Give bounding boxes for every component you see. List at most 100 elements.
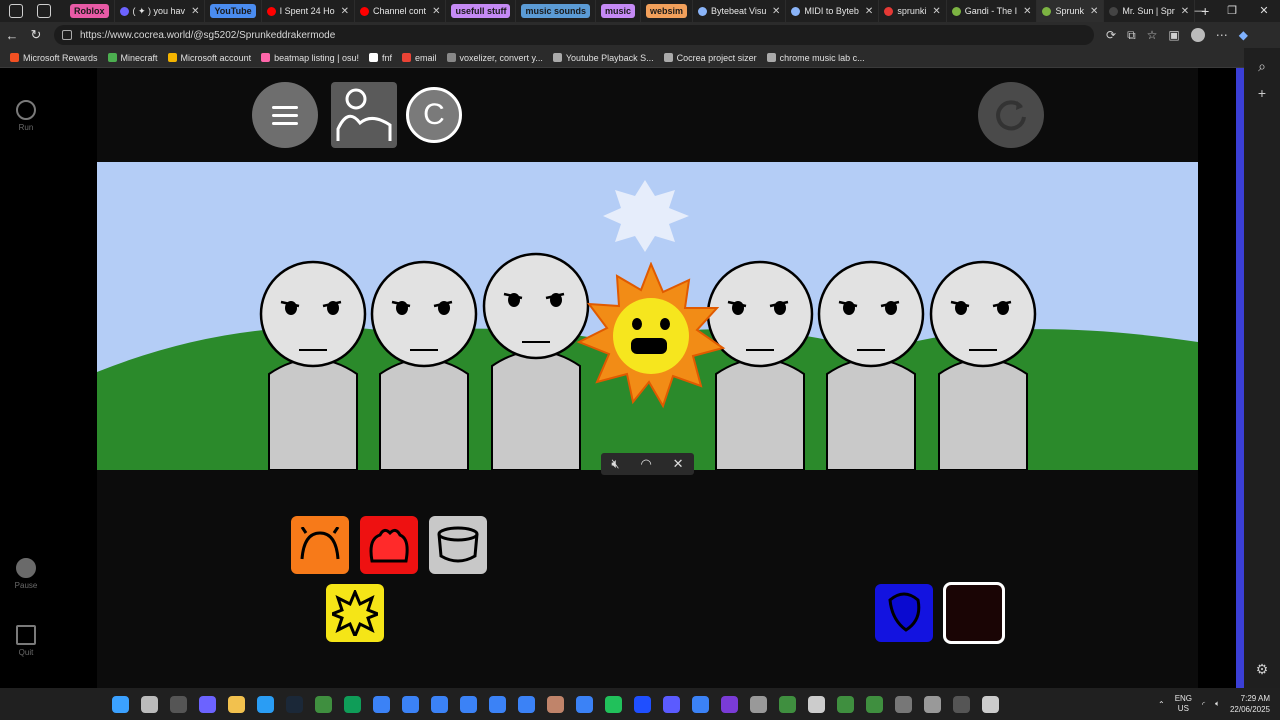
blue-sound-icon[interactable] [875, 584, 933, 642]
taskbar-app-icon[interactable] [228, 695, 245, 713]
reload-extension-icon[interactable]: ⟳ [1106, 28, 1116, 42]
tab-close-icon[interactable]: ✕ [341, 6, 349, 17]
bookmark-item[interactable]: fnf [368, 53, 392, 63]
dark-sound-icon[interactable] [943, 582, 1005, 644]
workspaces-icon[interactable] [9, 4, 23, 18]
mute-icon[interactable]: 🔇︎ [611, 456, 619, 472]
close-icon[interactable]: ✕ [673, 456, 684, 472]
bookmark-item[interactable]: Minecraft [107, 53, 158, 63]
pause-button[interactable]: Pause [0, 558, 52, 590]
grey-character-5[interactable] [817, 260, 925, 470]
yellow-sun-sound-icon[interactable] [326, 584, 384, 642]
search-icon[interactable]: ⌕ [1244, 58, 1280, 75]
taskbar-app-icon[interactable] [344, 695, 361, 713]
tab-1[interactable]: ( ✦ ) you hav ✕ [115, 0, 206, 22]
back-icon[interactable]: ← [0, 28, 24, 43]
red-sound-icon[interactable] [360, 516, 418, 574]
tab-13[interactable]: Sprunk ✕ [1037, 0, 1105, 22]
headphones-icon[interactable]: ◠ [640, 456, 651, 472]
taskbar-app-icon[interactable] [721, 695, 738, 713]
run-button[interactable]: Run [0, 100, 52, 132]
tab-4[interactable]: Channel cont ✕ [355, 0, 447, 22]
taskbar-app-icon[interactable] [692, 695, 709, 713]
tab-0[interactable]: Roblox [65, 0, 115, 22]
wifi-icon[interactable]: ◜ [1202, 700, 1205, 709]
bookmark-item[interactable]: Cocrea project sizer [663, 53, 757, 63]
taskbar-app-icon[interactable] [431, 695, 448, 713]
background-button[interactable] [331, 82, 397, 148]
game-canvas[interactable]: C 🔇︎ ◠ ✕ [97, 68, 1198, 688]
site-info-icon[interactable] [62, 30, 72, 40]
quit-button[interactable]: Quit [0, 625, 52, 657]
mr-sun-character[interactable] [571, 262, 731, 422]
taskbar-app-icon[interactable] [634, 695, 651, 713]
bookmark-item[interactable]: email [401, 53, 437, 63]
taskbar-app-icon[interactable] [460, 695, 477, 713]
taskbar-app-icon[interactable] [953, 695, 970, 713]
bookmark-item[interactable]: beatmap listing | osu! [261, 53, 359, 63]
more-icon[interactable]: ⋯ [1216, 28, 1228, 42]
tray-chevron-icon[interactable]: ⌃ [1158, 700, 1165, 709]
url-field[interactable]: https://www.cocrea.world/@sg5202/Sprunke… [54, 25, 1094, 45]
grey-character-6[interactable] [929, 260, 1037, 470]
add-icon[interactable]: + [1244, 85, 1280, 101]
tab-close-icon[interactable]: ✕ [432, 6, 440, 17]
stage-scene[interactable] [97, 162, 1198, 470]
taskbar-app-icon[interactable] [924, 695, 941, 713]
orange-sound-icon[interactable] [291, 516, 349, 574]
maximize-icon[interactable]: ❐ [1216, 0, 1248, 22]
scrollbar-track[interactable] [1236, 68, 1244, 688]
bookmark-item[interactable]: voxelizer, convert y... [446, 53, 543, 63]
close-window-icon[interactable]: ✕ [1248, 0, 1280, 22]
tab-9[interactable]: Bytebeat Visu ✕ [693, 0, 787, 22]
taskbar-app-icon[interactable] [141, 695, 158, 713]
taskbar-app-icon[interactable] [257, 695, 274, 713]
tab-14[interactable]: Mr. Sun | Spr ✕ [1104, 0, 1196, 22]
taskbar-app-icon[interactable] [489, 695, 506, 713]
collections-icon[interactable]: ▣ [1168, 28, 1179, 42]
taskbar-app-icon[interactable] [779, 695, 796, 713]
taskbar-app-icon[interactable] [547, 695, 564, 713]
credits-button[interactable]: C [406, 87, 462, 143]
tab-5[interactable]: usefull stuff [446, 0, 517, 22]
taskbar-app-icon[interactable] [199, 695, 216, 713]
taskbar-app-icon[interactable] [808, 695, 825, 713]
volume-icon[interactable]: 🔈︎ [1215, 699, 1220, 709]
taskbar-app-icon[interactable] [112, 695, 129, 713]
taskbar-app-icon[interactable] [170, 695, 187, 713]
taskbar-app-icon[interactable] [663, 695, 680, 713]
reset-button[interactable] [978, 82, 1044, 148]
tab-11[interactable]: sprunki ✕ [879, 0, 947, 22]
settings-icon[interactable]: ⚙ [1244, 661, 1280, 678]
split-screen-icon[interactable]: ⧉ [1127, 28, 1136, 43]
copilot-icon[interactable]: ◆ [1239, 28, 1248, 42]
tab-close-icon[interactable]: ✕ [1023, 6, 1031, 17]
tab-close-icon[interactable]: ✕ [865, 6, 873, 17]
taskbar-app-icon[interactable] [373, 695, 390, 713]
tab-6[interactable]: music sounds [516, 0, 596, 22]
tab-3[interactable]: I Spent 24 Ho ✕ [262, 0, 356, 22]
taskbar-app-icon[interactable] [982, 695, 999, 713]
taskbar-app-icon[interactable] [518, 695, 535, 713]
tab-7[interactable]: music [596, 0, 641, 22]
clock[interactable]: 7:29 AM 22/06/2025 [1230, 693, 1270, 715]
taskbar-app-icon[interactable] [402, 695, 419, 713]
taskbar-app-icon[interactable] [866, 695, 883, 713]
tab-close-icon[interactable]: ✕ [772, 6, 780, 17]
tab-close-icon[interactable]: ✕ [1090, 6, 1098, 17]
grey-character-1[interactable] [259, 260, 367, 470]
taskbar-app-icon[interactable] [750, 695, 767, 713]
grey-sound-icon[interactable] [429, 516, 487, 574]
refresh-icon[interactable]: ↻ [24, 27, 48, 43]
tab-actions-icon[interactable] [37, 4, 51, 18]
bookmark-item[interactable]: Youtube Playback S... [552, 53, 654, 63]
tab-close-icon[interactable]: ✕ [191, 6, 199, 17]
favorites-icon[interactable]: ☆ [1147, 28, 1158, 42]
taskbar-app-icon[interactable] [895, 695, 912, 713]
bookmark-item[interactable]: Microsoft account [167, 53, 251, 63]
tab-8[interactable]: websim [641, 0, 693, 22]
tab-2[interactable]: YouTube [205, 0, 262, 22]
language-indicator[interactable]: ENG US [1175, 694, 1192, 714]
tab-10[interactable]: MIDI to Byteb ✕ [786, 0, 880, 22]
grey-character-2[interactable] [370, 260, 478, 470]
